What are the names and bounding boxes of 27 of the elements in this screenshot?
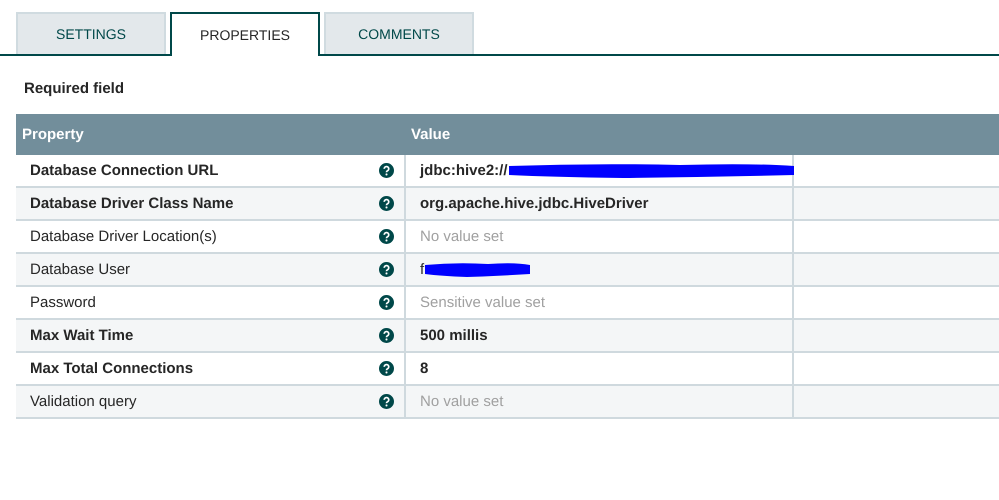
property-name: Database Driver Location(s) — [30, 228, 217, 245]
help-icon[interactable] — [379, 229, 394, 244]
column-header: Value — [410, 126, 452, 143]
tab[interactable]: PROPERTIES — [170, 12, 320, 56]
property-value[interactable]: jdbc:hive2:// — [420, 162, 508, 179]
property-name: Max Total Connections — [30, 360, 194, 377]
column-header: Property — [21, 126, 85, 143]
tab[interactable]: COMMENTS — [324, 12, 474, 54]
help-icon[interactable] — [379, 196, 394, 211]
property-name: Database User — [30, 261, 130, 278]
help-icon[interactable] — [379, 394, 394, 409]
property-value[interactable]: org.apache.hive.jdbc.HiveDriver — [420, 195, 648, 212]
property-name: Database Connection URL — [30, 162, 218, 179]
help-icon[interactable] — [379, 295, 394, 310]
property-name: Password — [30, 294, 96, 311]
property-name: Database Driver Class Name — [30, 195, 234, 212]
property-value[interactable]: f — [420, 261, 424, 278]
help-icon[interactable] — [379, 361, 394, 376]
tab[interactable]: SETTINGS — [16, 12, 166, 54]
property-value[interactable]: 500 millis — [420, 327, 488, 344]
help-icon[interactable] — [379, 262, 394, 277]
required-field-note: Required field — [24, 80, 126, 99]
property-name: Validation query — [30, 393, 136, 410]
property-name: Max Wait Time — [30, 327, 134, 344]
help-icon[interactable] — [379, 163, 394, 178]
help-icon[interactable] — [379, 328, 394, 343]
property-value[interactable]: 8 — [420, 360, 428, 377]
